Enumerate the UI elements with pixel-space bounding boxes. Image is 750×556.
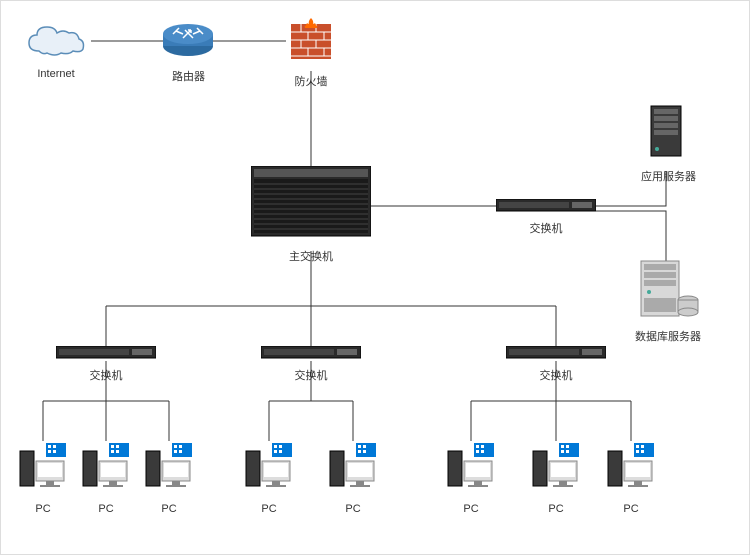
pc-icon: [606, 441, 656, 496]
pc-icon: [531, 441, 581, 496]
pc7-node: PC: [531, 441, 581, 515]
pc1-label: PC: [18, 503, 68, 515]
switch-icon: [261, 346, 361, 360]
db-server-node: 数据库服务器: [633, 256, 703, 344]
pc-icon: [244, 441, 294, 496]
pc1-node: PC: [18, 441, 68, 515]
switch-b-label: 交换机: [261, 367, 361, 383]
db-server-icon: [633, 256, 703, 321]
switch-right-label: 交换机: [496, 220, 596, 236]
firewall-label: 防火墙: [286, 73, 336, 89]
pc6-node: PC: [446, 441, 496, 515]
switch-a-node: 交换机: [56, 346, 156, 383]
pc2-label: PC: [81, 503, 131, 515]
db-server-label: 数据库服务器: [633, 328, 703, 344]
app-server-label: 应用服务器: [641, 168, 691, 184]
main-switch-label: 主交换机: [251, 248, 371, 264]
router-label: 路由器: [161, 68, 216, 84]
internet-node: Internet: [21, 21, 91, 80]
router-icon: [161, 16, 216, 61]
pc-icon: [328, 441, 378, 496]
main-switch-node: 主交换机: [251, 166, 371, 264]
internet-label: Internet: [21, 68, 91, 80]
switch-c-label: 交换机: [506, 367, 606, 383]
switch-right-node: 交换机: [496, 199, 596, 236]
switch-icon: [56, 346, 156, 360]
pc5-label: PC: [328, 503, 378, 515]
firewall-icon: [286, 16, 336, 66]
switch-a-label: 交换机: [56, 367, 156, 383]
pc8-label: PC: [606, 503, 656, 515]
pc4-label: PC: [244, 503, 294, 515]
router-node: 路由器: [161, 16, 216, 84]
pc6-label: PC: [446, 503, 496, 515]
cloud-icon: [21, 21, 91, 61]
pc3-node: PC: [144, 441, 194, 515]
pc-icon: [446, 441, 496, 496]
pc2-node: PC: [81, 441, 131, 515]
firewall-node: 防火墙: [286, 16, 336, 89]
app-server-node: 应用服务器: [641, 101, 691, 184]
pc5-node: PC: [328, 441, 378, 515]
switch-icon: [506, 346, 606, 360]
pc4-node: PC: [244, 441, 294, 515]
pc-icon: [18, 441, 68, 496]
pc-icon: [81, 441, 131, 496]
switch-icon: [496, 199, 596, 213]
server-icon: [641, 101, 691, 161]
pc8-node: PC: [606, 441, 656, 515]
switch-b-node: 交换机: [261, 346, 361, 383]
pc-icon: [144, 441, 194, 496]
pc7-label: PC: [531, 503, 581, 515]
pc3-label: PC: [144, 503, 194, 515]
switch-c-node: 交换机: [506, 346, 606, 383]
main-switch-icon: [251, 166, 371, 241]
